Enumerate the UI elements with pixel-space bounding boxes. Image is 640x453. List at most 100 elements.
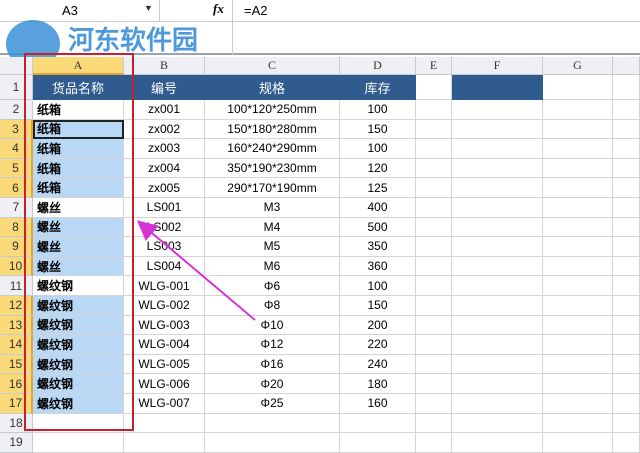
table-cell[interactable]: M3 [205, 198, 340, 218]
column-header-h[interactable] [613, 57, 640, 75]
cell[interactable] [543, 335, 613, 355]
cell[interactable] [543, 354, 613, 375]
row-header-8[interactable]: 8 [0, 217, 33, 238]
cell[interactable] [452, 256, 543, 277]
insert-function-icon[interactable]: fx [213, 1, 224, 17]
column-header-a[interactable]: A [33, 57, 124, 75]
table-cell[interactable]: 螺丝 [33, 198, 124, 218]
table-cell[interactable]: 150*180*280mm [205, 119, 340, 140]
cell[interactable] [543, 374, 613, 394]
cell[interactable] [613, 75, 640, 100]
row-header-9[interactable]: 9 [0, 237, 33, 257]
cell[interactable] [613, 413, 640, 434]
table-cell[interactable]: 100 [340, 276, 416, 296]
cell[interactable] [205, 413, 340, 434]
cell[interactable] [452, 374, 543, 394]
table-cell[interactable]: zx002 [124, 119, 205, 140]
cell[interactable] [613, 374, 640, 394]
table-cell[interactable]: Φ12 [205, 335, 340, 355]
table-cell[interactable]: LS003 [124, 237, 205, 257]
row-header-2[interactable]: 2 [0, 100, 33, 120]
cell[interactable] [124, 413, 205, 434]
cell[interactable] [613, 139, 640, 159]
table-cell[interactable]: 螺纹钢 [33, 374, 124, 394]
table-cell[interactable]: 120 [340, 158, 416, 179]
table-cell[interactable]: zx005 [124, 178, 205, 198]
cell[interactable] [416, 374, 452, 394]
cell[interactable] [416, 256, 452, 277]
table-cell[interactable]: 160*240*290mm [205, 139, 340, 159]
cell[interactable] [452, 217, 543, 238]
cell[interactable] [416, 198, 452, 218]
table-cell[interactable]: 290*170*190mm [205, 178, 340, 198]
header-cell[interactable]: 编号 [124, 75, 205, 100]
table-cell[interactable]: 240 [340, 354, 416, 375]
cell[interactable] [416, 178, 452, 198]
cell[interactable] [452, 394, 543, 414]
row-header-15[interactable]: 15 [0, 354, 33, 375]
cell[interactable] [452, 335, 543, 355]
header-cell[interactable]: 库存 [340, 75, 416, 100]
table-cell[interactable]: 350 [340, 237, 416, 257]
cell[interactable] [613, 237, 640, 257]
table-cell[interactable]: 螺丝 [33, 256, 124, 277]
cell[interactable] [416, 100, 452, 120]
cell[interactable] [452, 315, 543, 336]
cell[interactable] [543, 413, 613, 434]
table-cell[interactable]: M6 [205, 256, 340, 277]
cell[interactable] [613, 100, 640, 120]
cell[interactable] [613, 276, 640, 296]
cell[interactable] [613, 256, 640, 277]
cell[interactable] [613, 296, 640, 316]
select-all-corner[interactable] [0, 57, 33, 75]
table-cell[interactable]: 100*120*250mm [205, 100, 340, 120]
cell[interactable] [416, 354, 452, 375]
table-cell[interactable]: 400 [340, 198, 416, 218]
cell[interactable] [416, 276, 452, 296]
cell[interactable] [416, 139, 452, 159]
table-cell[interactable]: zx003 [124, 139, 205, 159]
cell[interactable] [33, 413, 124, 434]
table-cell[interactable]: 螺纹钢 [33, 354, 124, 375]
column-header-b[interactable]: B [124, 57, 205, 75]
table-cell[interactable]: WLG-003 [124, 315, 205, 336]
table-cell[interactable]: LS004 [124, 256, 205, 277]
cell[interactable] [416, 296, 452, 316]
row-header-17[interactable]: 17 [0, 394, 33, 414]
table-cell[interactable]: 螺纹钢 [33, 276, 124, 296]
row-header-18[interactable]: 18 [0, 413, 33, 434]
table-cell[interactable]: 350*190*230mm [205, 158, 340, 179]
table-cell[interactable]: 500 [340, 217, 416, 238]
column-header-g[interactable]: G [543, 57, 613, 75]
cell[interactable] [543, 256, 613, 277]
table-cell[interactable]: WLG-005 [124, 354, 205, 375]
table-cell[interactable]: Φ6 [205, 276, 340, 296]
cell[interactable] [613, 198, 640, 218]
row-header-5[interactable]: 5 [0, 158, 33, 179]
table-cell[interactable]: LS001 [124, 198, 205, 218]
cell[interactable] [452, 139, 543, 159]
cell[interactable] [543, 296, 613, 316]
cell[interactable] [543, 198, 613, 218]
formula-input[interactable]: =A2 [244, 3, 268, 18]
table-cell[interactable]: 100 [340, 139, 416, 159]
cell[interactable] [543, 276, 613, 296]
table-cell[interactable]: Φ20 [205, 374, 340, 394]
table-cell[interactable]: 纸箱 [33, 119, 124, 140]
header-cell[interactable]: 规格 [205, 75, 340, 100]
cell[interactable] [452, 75, 543, 100]
cell[interactable] [452, 237, 543, 257]
column-header-d[interactable]: D [340, 57, 416, 75]
cell[interactable] [416, 217, 452, 238]
cell[interactable] [543, 119, 613, 140]
table-cell[interactable]: Φ10 [205, 315, 340, 336]
cell[interactable] [452, 100, 543, 120]
table-cell[interactable]: 螺纹钢 [33, 335, 124, 355]
cell[interactable] [416, 315, 452, 336]
table-cell[interactable]: Φ8 [205, 296, 340, 316]
row-header-1[interactable]: 1 [0, 75, 33, 100]
table-cell[interactable]: Φ25 [205, 394, 340, 414]
table-cell[interactable]: 160 [340, 394, 416, 414]
name-box-dropdown-icon[interactable]: ▼ [144, 3, 153, 13]
table-cell[interactable]: 纸箱 [33, 100, 124, 120]
